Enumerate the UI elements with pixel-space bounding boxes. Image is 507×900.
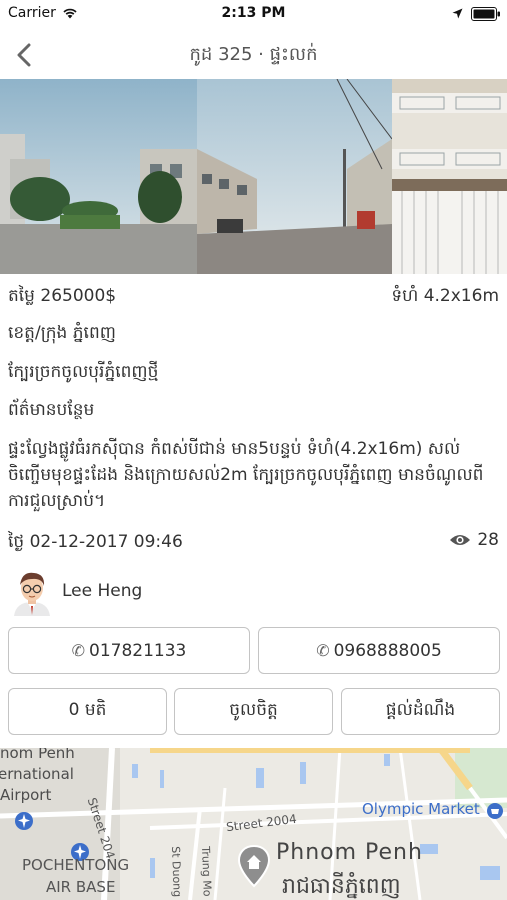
map-label-pochentong: POCHENTONG <box>22 856 130 874</box>
call-phone-2-button[interactable]: ✆ 0968888005 <box>258 627 500 674</box>
map-label-city-khmer: រាជធានីភ្នំពេញ <box>282 874 401 899</box>
page-title: កូដ 325 · ផ្ទះលក់ <box>189 44 318 65</box>
avatar <box>14 572 50 616</box>
gallery-photo-3[interactable] <box>392 79 507 274</box>
map-label-city: Phnom Penh <box>276 840 423 865</box>
call-phone-1-button[interactable]: ✆ 017821133 <box>8 627 250 674</box>
favorite-button[interactable]: ចូលចិត្ត <box>174 688 333 735</box>
comments-button[interactable]: 0 មតិ <box>8 688 167 735</box>
view-count-value: 28 <box>477 530 499 550</box>
map-label-phnom-penh-partial: nom Penh <box>0 748 75 762</box>
map-label-trung: Trung Mo <box>199 846 214 897</box>
view-count: 28 <box>449 530 499 550</box>
battery-icon <box>471 7 500 21</box>
gallery-photo-2[interactable] <box>197 79 392 274</box>
map-label-air-base: AIR BASE <box>46 878 116 896</box>
location-map[interactable]: nom Penh ernational Airport Olympic Mark… <box>0 748 507 900</box>
navigation-bar: កូដ 325 · ផ្ទះលក់ <box>0 28 507 78</box>
chevron-left-icon <box>17 43 31 67</box>
location-arrow-icon <box>452 8 463 19</box>
author-name: Lee Heng <box>62 581 143 601</box>
post-date: ថ្ងៃ 02-12-2017 09:46 <box>8 532 183 552</box>
status-time: 2:13 PM <box>221 5 286 21</box>
phone-1-number: 017821133 <box>89 640 187 661</box>
phone-icon: ✆ <box>71 641 86 660</box>
map-label-duong: St Duong <box>169 846 184 898</box>
address-label: ក្បែរច្រកចូលបុរីភ្នំពេញថ្មី <box>8 362 159 382</box>
description-text: ផ្ទះល្វែងផ្លូវធំរកស៊ីបាន កំពស់បីជាន់ មាន… <box>8 439 484 511</box>
phone-2-number: 0968888005 <box>333 640 442 661</box>
phone-icon: ✆ <box>316 641 330 660</box>
map-pin-icon <box>237 844 271 888</box>
gallery-photo-1[interactable] <box>0 79 197 274</box>
map-label-airport: Airport <box>0 786 52 804</box>
size-label: ទំហំ 4.2x16m <box>391 286 499 306</box>
eye-icon <box>450 535 471 545</box>
map-label-olympic-market: Olympic Market <box>362 800 480 818</box>
market-poi-icon <box>487 803 503 819</box>
back-button[interactable] <box>10 34 44 72</box>
province-label: ខេត្ត/ក្រុង ភ្នំពេញ <box>8 323 116 343</box>
photo-gallery[interactable] <box>0 79 507 274</box>
status-bar: Carrier 2:13 PM <box>0 0 507 28</box>
report-button[interactable]: ផ្ដល់ដំណឹង <box>341 688 500 735</box>
more-info-heading: ព័ត៌មានបន្ថែម <box>8 400 95 420</box>
map-label-international: ernational <box>0 765 74 783</box>
author-row[interactable]: Lee Heng <box>10 566 310 616</box>
